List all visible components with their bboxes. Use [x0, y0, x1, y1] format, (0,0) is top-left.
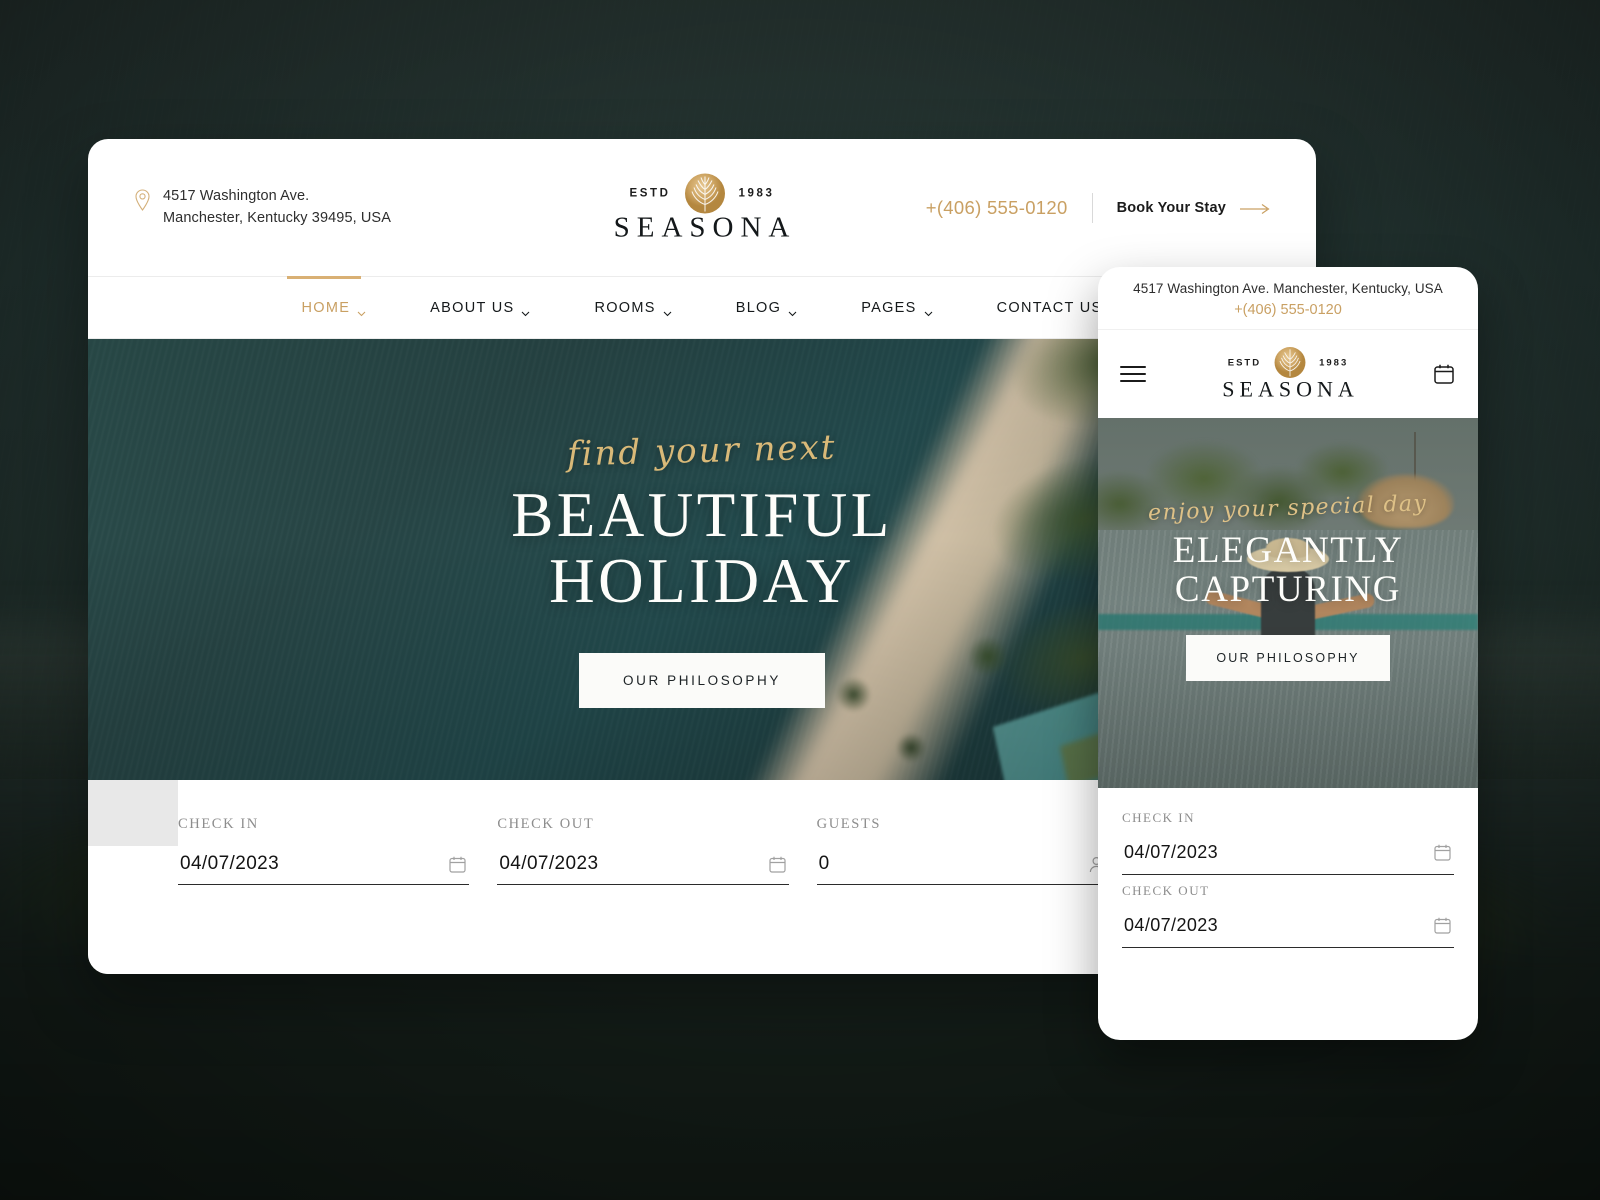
nav-label-blog: BLOG — [735, 299, 782, 316]
brand-logo[interactable]: ESTD 1983 SEASONA — [572, 171, 832, 244]
mobile-logo-top-row: ESTD 1983 — [1188, 346, 1388, 380]
nav-item-blog[interactable]: BLOG — [704, 300, 830, 316]
phone-link[interactable]: +(406) 555-0120 — [926, 197, 1092, 219]
guests-input-row[interactable]: 0 — [816, 841, 1108, 885]
mobile-checkin-field[interactable]: CHECK IN 04/07/2023 — [1122, 810, 1454, 875]
mobile-hero: enjoy your special day ELEGANTLY CAPTURI… — [1098, 418, 1478, 788]
mobile-our-philosophy-button[interactable]: OUR PHILOSOPHY — [1186, 635, 1390, 682]
nav-label-about-us: ABOUT US — [430, 299, 515, 316]
mobile-logo-estd-label: ESTD — [1227, 357, 1262, 368]
hero-title-line-2: HOLIDAY — [549, 546, 855, 616]
mobile-checkout-field[interactable]: CHECK OUT 04/07/2023 — [1122, 883, 1454, 948]
checkout-field[interactable]: CHECK OUT 04/07/2023 — [497, 816, 816, 885]
nav-item-rooms[interactable]: ROOMS — [562, 300, 703, 316]
mobile-checkout-label: CHECK OUT — [1122, 883, 1210, 898]
mobile-booking-form: CHECK IN 04/07/2023 CHECK OUT 04/07/2023 — [1098, 788, 1478, 948]
mobile-hero-title-line-2: CAPTURING — [1174, 569, 1402, 611]
booking-bar-left-block — [88, 780, 178, 846]
mobile-checkin-input-row[interactable]: 04/07/2023 — [1122, 832, 1454, 875]
chevron-down-icon — [663, 305, 672, 316]
mobile-topbar: 4517 Washington Ave. Manchester, Kentuck… — [1098, 267, 1478, 330]
book-your-stay-button[interactable]: Book Your Stay — [1093, 200, 1270, 216]
mobile-phone-link[interactable]: +(406) 555-0120 — [1110, 302, 1466, 318]
mobile-address: 4517 Washington Ave. Manchester, Kentuck… — [1133, 281, 1443, 296]
address-line-1: 4517 Washington Ave. — [163, 188, 310, 205]
mobile-hero-script-text: enjoy your special day — [1147, 491, 1429, 526]
calendar-icon[interactable] — [1433, 916, 1452, 935]
arrow-right-icon — [1240, 202, 1270, 214]
nav-label-contact-us: CONTACT US — [996, 299, 1103, 316]
nav-item-home[interactable]: HOME — [269, 300, 398, 316]
book-your-stay-label: Book Your Stay — [1116, 199, 1226, 216]
checkin-label: CHECK IN — [178, 816, 259, 832]
address-block: 4517 Washington Ave. Manchester, Kentuck… — [134, 186, 391, 229]
calendar-icon[interactable] — [1433, 843, 1452, 862]
logo-top-row: ESTD 1983 — [572, 171, 832, 215]
checkout-label: CHECK OUT — [497, 816, 595, 832]
checkout-input-row[interactable]: 04/07/2023 — [497, 841, 789, 885]
palm-leaf-emblem-icon — [683, 171, 727, 215]
mobile-mockup: 4517 Washington Ave. Manchester, Kentuck… — [1098, 267, 1478, 1040]
mobile-header: ESTD 1983 SEASONA — [1098, 330, 1478, 418]
chevron-down-icon — [357, 305, 366, 316]
guests-value: 0 — [818, 853, 830, 874]
guests-field[interactable]: GUESTS 0 — [816, 816, 1136, 885]
nav-item-pages[interactable]: PAGES — [829, 300, 964, 316]
checkout-value: 04/07/2023 — [499, 853, 599, 874]
mobile-hero-title-line-1: ELEGANTLY — [1172, 530, 1404, 571]
mobile-checkout-value: 04/07/2023 — [1124, 915, 1219, 935]
chevron-down-icon — [521, 305, 530, 316]
our-philosophy-button[interactable]: OUR PHILOSOPHY — [579, 652, 825, 708]
checkin-value: 04/07/2023 — [180, 853, 280, 874]
checkin-input-row[interactable]: 04/07/2023 — [178, 841, 470, 885]
mobile-hero-title: ELEGANTLY CAPTURING — [1172, 530, 1404, 611]
location-pin-icon — [134, 189, 151, 211]
mobile-logo-year-label: 1983 — [1319, 357, 1349, 368]
nav-item-about-us[interactable]: ABOUT US — [398, 300, 562, 316]
address-line-2: Manchester, Kentucky 39495, USA — [163, 209, 391, 226]
hero-title-line-1: BEAUTIFUL — [511, 480, 893, 551]
topbar-right: +(406) 555-0120 Book Your Stay — [926, 192, 1270, 223]
nav-label-rooms: ROOMS — [594, 299, 656, 316]
calendar-icon[interactable] — [768, 855, 787, 874]
mobile-checkin-value: 04/07/2023 — [1124, 842, 1219, 862]
hamburger-menu-icon[interactable] — [1120, 366, 1146, 382]
mobile-hero-content: enjoy your special day ELEGANTLY CAPTURI… — [1098, 418, 1478, 788]
chevron-down-icon — [788, 305, 797, 316]
nav-label-pages: PAGES — [861, 299, 917, 316]
hero-title: BEAUTIFUL HOLIDAY — [511, 483, 892, 614]
nav-label-home: HOME — [301, 299, 351, 316]
checkin-field[interactable]: CHECK IN 04/07/2023 — [178, 816, 497, 885]
desktop-topbar: 4517 Washington Ave. Manchester, Kentuck… — [88, 139, 1316, 277]
mobile-checkout-input-row[interactable]: 04/07/2023 — [1122, 905, 1454, 948]
address-text: 4517 Washington Ave. Manchester, Kentuck… — [163, 186, 391, 229]
mobile-brand-name: SEASONA — [1222, 376, 1359, 402]
mobile-brand-logo[interactable]: ESTD 1983 SEASONA — [1188, 346, 1388, 403]
booking-fields: CHECK IN 04/07/2023 CHECK OUT 04/07/2023 — [178, 780, 1136, 885]
palm-leaf-emblem-icon — [1273, 346, 1307, 380]
chevron-down-icon — [924, 305, 933, 316]
brand-name: SEASONA — [613, 211, 797, 243]
calendar-icon[interactable] — [1432, 362, 1456, 386]
guests-label: GUESTS — [816, 816, 882, 832]
mobile-checkin-label: CHECK IN — [1122, 810, 1196, 825]
logo-year-label: 1983 — [738, 187, 775, 199]
logo-estd-label: ESTD — [629, 187, 671, 199]
hero-script-text: find your next — [566, 427, 838, 476]
calendar-icon[interactable] — [448, 855, 467, 874]
